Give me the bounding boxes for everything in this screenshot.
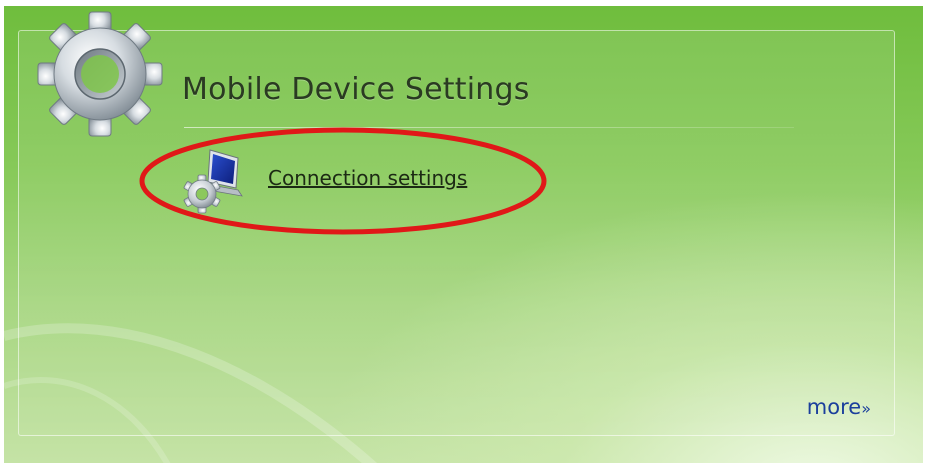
more-label: more <box>806 395 862 419</box>
connection-settings-link[interactable]: Connection settings <box>268 166 467 190</box>
more-chevron: » <box>861 399 871 418</box>
connection-settings-icon <box>183 149 243 214</box>
more-link[interactable]: more» <box>807 395 871 419</box>
connection-settings-item[interactable]: Connection settings <box>180 144 520 214</box>
title-divider <box>184 127 794 128</box>
settings-window: Mobile Device Settings Connection settin… <box>4 6 923 463</box>
gear-icon <box>37 11 163 137</box>
page-title: Mobile Device Settings <box>182 72 530 107</box>
